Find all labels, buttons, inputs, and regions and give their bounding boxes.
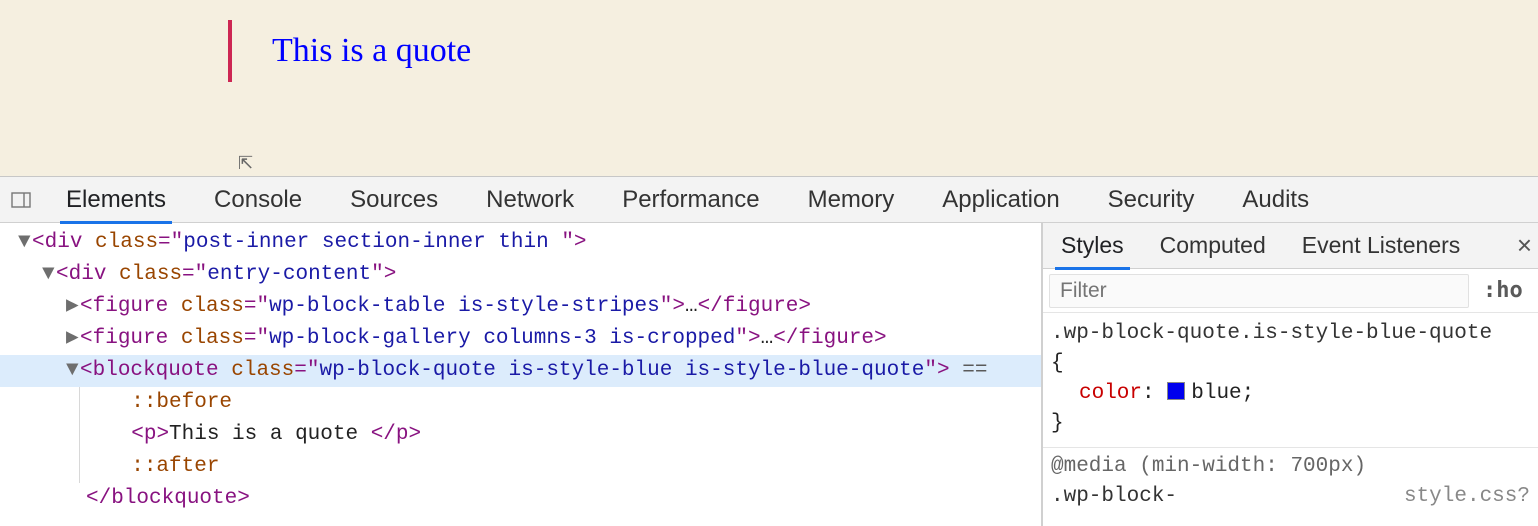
tab-label: Styles: [1061, 232, 1124, 259]
sidebar-tabbar: Styles Computed Event Listeners ×: [1043, 223, 1538, 269]
brace-close: }: [1051, 412, 1064, 435]
devtools-tabbar: Elements Console Sources Network Perform…: [0, 177, 1538, 223]
tab-label: Console: [214, 186, 302, 214]
blockquote-preview: This is a quote: [228, 20, 471, 82]
css-rule[interactable]: .wp-block-quote.is-style-blue-quote { co…: [1043, 313, 1538, 448]
css-selector: .wp-block-: [1051, 485, 1177, 508]
styles-filter-input[interactable]: [1049, 274, 1469, 308]
tab-label: Memory: [808, 186, 895, 214]
sidebar-tab-event-listeners[interactable]: Event Listeners: [1284, 223, 1479, 269]
resize-handle-icon[interactable]: ⇱: [238, 153, 253, 174]
disclosure-triangle-icon[interactable]: ▶: [66, 291, 80, 323]
dom-node[interactable]: ▼<div class="entry-content">: [0, 259, 1041, 291]
sidebar-tab-styles[interactable]: Styles: [1043, 223, 1142, 269]
tab-sources[interactable]: Sources: [326, 177, 462, 223]
disclosure-triangle-icon[interactable]: ▶: [66, 323, 80, 355]
tab-label: Performance: [622, 186, 759, 214]
tab-application[interactable]: Application: [918, 177, 1083, 223]
dom-pseudo[interactable]: ::before: [0, 387, 1041, 419]
tab-label: Sources: [350, 186, 438, 214]
tab-label: Elements: [66, 186, 166, 214]
tab-elements[interactable]: Elements: [42, 177, 190, 223]
quote-text: This is a quote: [272, 32, 471, 69]
sidebar-tab-computed[interactable]: Computed: [1142, 223, 1284, 269]
tab-network[interactable]: Network: [462, 177, 598, 223]
css-property[interactable]: color: [1079, 382, 1142, 405]
tab-label: Event Listeners: [1302, 232, 1461, 259]
dom-pseudo[interactable]: ::after: [0, 451, 1041, 483]
dom-node[interactable]: ▼<div class="post-inner section-inner th…: [0, 227, 1041, 259]
dock-side-icon[interactable]: [6, 185, 36, 215]
tab-label: Computed: [1160, 232, 1266, 259]
disclosure-triangle-icon[interactable]: ▼: [66, 355, 80, 387]
css-selector: .wp-block-quote.is-style-blue-quote: [1051, 322, 1492, 345]
brace-open: {: [1051, 352, 1064, 375]
dom-node-close[interactable]: </blockquote>: [0, 483, 1041, 515]
devtools: Elements Console Sources Network Perform…: [0, 176, 1538, 526]
tab-memory[interactable]: Memory: [784, 177, 919, 223]
disclosure-triangle-icon[interactable]: ▼: [42, 259, 56, 291]
tab-console[interactable]: Console: [190, 177, 326, 223]
tab-label: Network: [486, 186, 574, 214]
dom-node[interactable]: ▶<figure class="wp-block-table is-style-…: [0, 291, 1041, 323]
page-preview: This is a quote ⇱: [0, 0, 1538, 176]
dom-node-selected[interactable]: ▼<blockquote class="wp-block-quote is-st…: [0, 355, 1041, 387]
css-media-query: @media (min-width: 700px): [1051, 455, 1366, 478]
close-icon[interactable]: ×: [1507, 230, 1538, 261]
toggle-hover-button[interactable]: :ho: [1483, 278, 1523, 303]
dom-node[interactable]: ▶<figure class="wp-block-gallery columns…: [0, 323, 1041, 355]
disclosure-triangle-icon[interactable]: ▼: [18, 227, 32, 259]
css-rule[interactable]: @media (min-width: 700px) .wp-block-styl…: [1043, 448, 1538, 514]
styles-panel: Styles Computed Event Listeners × :ho .w…: [1042, 223, 1538, 526]
tab-performance[interactable]: Performance: [598, 177, 783, 223]
dom-node[interactable]: <p>This is a quote </p>: [0, 419, 1041, 451]
tab-label: Application: [942, 186, 1059, 214]
devtools-panels: ▼<div class="post-inner section-inner th…: [0, 223, 1538, 526]
elements-panel[interactable]: ▼<div class="post-inner section-inner th…: [0, 223, 1042, 526]
tab-security[interactable]: Security: [1084, 177, 1219, 223]
source-file-link[interactable]: style.css?: [1404, 482, 1530, 512]
tab-label: Security: [1108, 186, 1195, 214]
color-swatch-icon[interactable]: [1167, 382, 1185, 400]
tab-audits[interactable]: Audits: [1218, 177, 1333, 223]
css-value[interactable]: blue: [1191, 382, 1241, 405]
styles-filter-row: :ho: [1043, 269, 1538, 313]
tab-label: Audits: [1242, 186, 1309, 214]
